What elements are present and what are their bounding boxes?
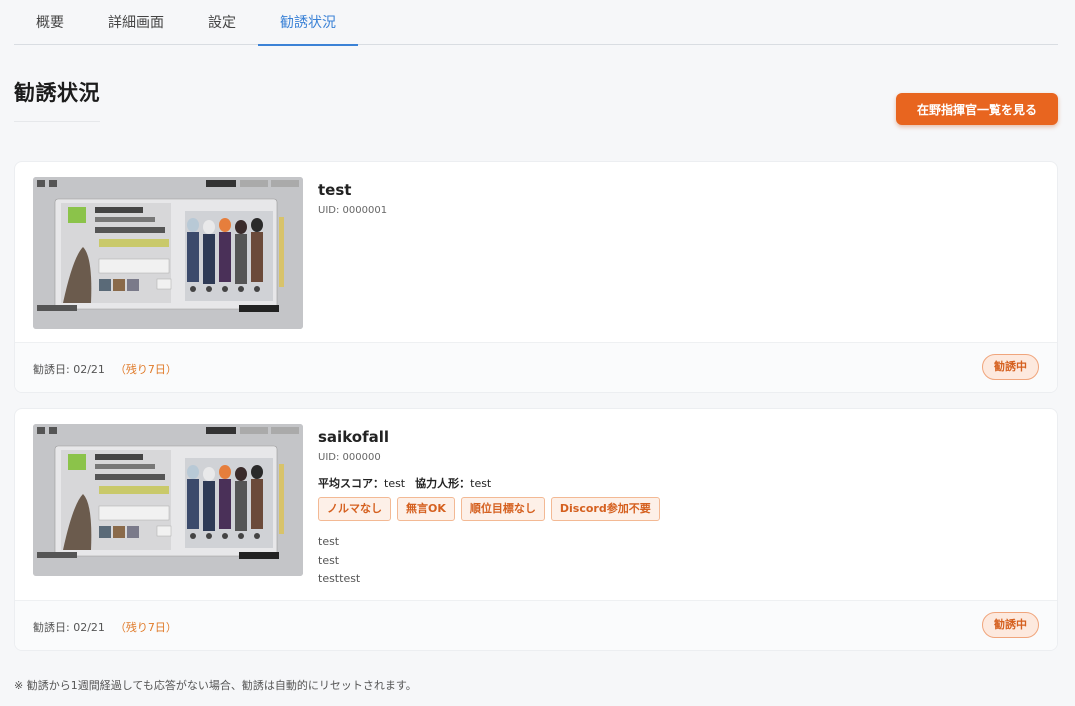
partner-label: 協力人形：: [415, 477, 471, 490]
tab-settings[interactable]: 設定: [186, 0, 258, 45]
reset-notice: ※ 勧誘から1週間経過しても応答がない場合、勧誘は自動的にリセットされます。: [14, 679, 417, 692]
card-footer: 勧誘日: 02/21 （残り7日） 勧誘中: [15, 342, 1057, 392]
tag-no-rank-goal: 順位目標なし: [460, 497, 545, 521]
tag-silent-ok: 無言OK: [397, 497, 455, 521]
tag-no-quota: ノルマなし: [318, 497, 391, 521]
card-footer: 勧誘日: 02/21 （残り7日） 勧誘中: [15, 600, 1057, 650]
commander-notes: test test testtest: [318, 533, 360, 589]
status-badge: 勧誘中: [982, 354, 1039, 380]
page-title: 勧誘状況: [14, 81, 100, 105]
note-line: testtest: [318, 572, 361, 585]
score-value: test: [384, 477, 406, 490]
commander-name: saikofall: [318, 428, 390, 446]
partner-value: test: [470, 477, 492, 490]
profile-screenshot: [33, 424, 303, 576]
tab-bar: 概要 詳細画面 設定 勧誘状況: [14, 0, 1058, 46]
commander-uid: UID: 000000: [318, 452, 381, 463]
title-divider: [14, 121, 100, 122]
recruit-date: 勧誘日: 02/21 （残り7日）: [33, 621, 177, 634]
recruit-card: saikofall UID: 000000 平均スコア：test 協力人形：tes…: [14, 408, 1058, 651]
profile-screenshot: [33, 177, 303, 329]
tab-recruitment-status[interactable]: 勧誘状況: [258, 0, 358, 46]
note-line: test: [318, 553, 340, 567]
recruit-card: test UID: 0000001 勧誘日: 02/21 （残り7日） 勧誘中: [14, 161, 1058, 393]
tab-overview[interactable]: 概要: [14, 0, 86, 45]
tab-details[interactable]: 詳細画面: [86, 0, 186, 45]
days-remaining: （残り7日）: [114, 621, 177, 634]
status-badge: 勧誘中: [982, 612, 1039, 638]
condition-tags: ノルマなし 無言OK 順位目標なし Discord参加不要: [318, 497, 660, 521]
commander-stats: 平均スコア：test 協力人形：test: [318, 475, 491, 491]
days-remaining: （残り7日）: [114, 363, 177, 376]
note-line: test: [318, 535, 340, 548]
commander-name: test: [318, 181, 352, 199]
tag-discord-not-required: Discord参加不要: [550, 497, 660, 521]
view-free-commanders-button[interactable]: 在野指揮官一覧を見る: [896, 93, 1058, 125]
recruit-date: 勧誘日: 02/21 （残り7日）: [33, 363, 177, 376]
commander-uid: UID: 0000001: [318, 205, 388, 216]
score-label: 平均スコア：: [318, 477, 384, 490]
